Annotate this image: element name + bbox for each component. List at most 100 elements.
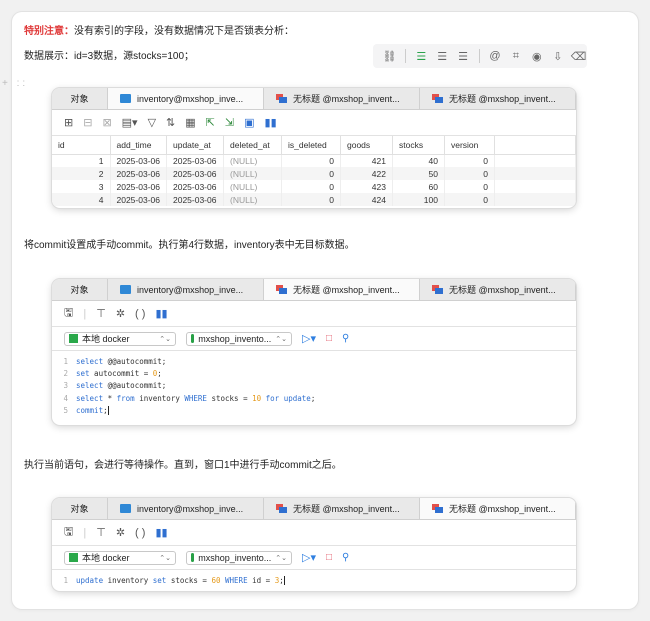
table-cell[interactable]: 2025-03-06 [166,180,224,193]
table-cell[interactable]: 2025-03-06 [166,193,224,206]
chart-icon[interactable]: ▮▮ [265,116,277,129]
table-row[interactable]: 2 2025-03-06 2025-03-06 (NULL) 0 422 50 0 [52,167,576,180]
query-builder-icon[interactable]: ⊤ [96,526,106,539]
tab-objects[interactable]: 对象 [52,279,108,300]
column-header-goods[interactable]: goods [340,136,393,155]
column-header-deleted_at[interactable]: deleted_at [223,136,282,155]
table-cell[interactable]: 3 [52,180,111,193]
form-view-icon[interactable]: ▣ [244,116,254,129]
table-row[interactable]: 1 2025-03-06 2025-03-06 (NULL) 0 421 40 0 [52,154,576,167]
column-header-is_deleted[interactable]: is_deleted [281,136,341,155]
tab-query-1[interactable]: 无标题 @mxshop_invent... [264,279,420,300]
table-cell[interactable]: (NULL) [223,154,282,167]
table-cell[interactable]: 100 [392,193,445,206]
code-line[interactable]: 1 update inventory set stocks = 60 WHERE … [52,574,576,586]
database-select[interactable]: mxshop_invento... ⌃⌄ [186,331,292,346]
table-cell[interactable]: 40 [392,154,445,167]
add-record-icon[interactable]: ⊞ [64,116,73,129]
beautify-icon[interactable]: ✲ [116,307,125,320]
drag-handle-icon[interactable]: + :: [2,78,28,89]
table-cell[interactable]: 2 [52,167,111,180]
sql-editor[interactable]: 1 select @@autocommit; 2 set autocommit = 0… [52,351,576,417]
table-cell[interactable]: 0 [444,167,495,180]
run-icon[interactable]: ▷▾ [302,332,316,345]
tab-objects[interactable]: 对象 [52,498,108,519]
stop-icon[interactable]: □ [326,552,332,563]
table-cell[interactable]: (NULL) [223,193,282,206]
tab-objects[interactable]: 对象 [52,88,108,109]
column-header-update_at[interactable]: update_at [166,136,224,155]
explain-icon[interactable]: ⚲ [342,552,349,563]
stop-icon[interactable]: □ [326,333,332,344]
table-cell[interactable]: 60 [392,180,445,193]
table-cell[interactable]: 0 [444,180,495,193]
explain-icon[interactable]: ⚲ [342,333,349,344]
save-icon[interactable]: 🖫 [64,523,73,542]
code-line[interactable]: 4 select * from inventory WHERE stocks = … [52,392,576,404]
code-line[interactable]: 1 select @@autocommit; [52,355,576,367]
table-cell[interactable]: 1 [52,154,111,167]
column-header-version[interactable]: version [444,136,495,155]
download-icon[interactable]: ⇩ [549,47,566,65]
tab-inventory-table[interactable]: inventory@mxshop_inve... [108,498,264,519]
grid-view-icon[interactable]: ▦ [185,116,195,129]
table-cell[interactable]: 0 [281,180,341,193]
table-cell[interactable]: 0 [281,167,341,180]
apply-icon[interactable]: ⊠ [102,116,111,129]
export-icon[interactable]: ⇲ [225,116,234,129]
tab-inventory-table[interactable]: inventory@mxshop_inve... [108,88,264,109]
filter-icon[interactable]: ▽ [148,116,156,129]
server-select[interactable]: 本地 docker ⌃⌄ [64,331,176,346]
server-select[interactable]: 本地 docker ⌃⌄ [64,550,176,565]
table-cell[interactable]: 2025-03-06 [166,154,224,167]
align-right-icon[interactable]: ☰ [455,47,472,65]
table-row[interactable]: 3 2025-03-06 2025-03-06 (NULL) 0 423 60 0 [52,180,576,193]
column-header-add_time[interactable]: add_time [110,136,167,155]
code-line[interactable]: 5 commit; [52,405,576,417]
code-snippet-icon[interactable]: ( ) [135,527,145,539]
trash-icon[interactable]: ⌫ [570,47,587,65]
tab-query-2[interactable]: 无标题 @mxshop_invent... [420,279,576,300]
code-snippet-icon[interactable]: ( ) [135,308,145,320]
table-row[interactable]: 4 2025-03-06 2025-03-06 (NULL) 0 424 100 0 [52,193,576,206]
table-cell[interactable]: 422 [340,167,393,180]
tab-query-2[interactable]: 无标题 @mxshop_invent... [420,498,576,519]
table-cell[interactable]: (NULL) [223,180,282,193]
tab-inventory-table[interactable]: inventory@mxshop_inve... [108,279,264,300]
at-icon[interactable]: @ [487,47,504,65]
delete-record-icon[interactable]: ⊟ [83,116,92,129]
table-cell[interactable]: 2025-03-06 [110,193,167,206]
sort-icon[interactable]: ⇅ [166,116,175,129]
query-builder-icon[interactable]: ⊤ [96,307,106,320]
save-icon[interactable]: 🖫 [64,304,73,323]
table-cell[interactable]: 424 [340,193,393,206]
code-line[interactable]: 3 select @@autocommit; [52,380,576,392]
column-header-stocks[interactable]: stocks [392,136,445,155]
tab-query-2[interactable]: 无标题 @mxshop_invent... [420,88,576,109]
sql-editor[interactable]: 1 update inventory set stocks = 60 WHERE … [52,570,576,586]
chart-icon[interactable]: ▮▮ [155,526,167,539]
text-view-icon[interactable]: ▤▾ [122,116,138,129]
column-header-id[interactable]: id [52,136,111,155]
table-cell[interactable]: 0 [281,154,341,167]
code-icon[interactable]: ⌗ [507,47,524,65]
import-icon[interactable]: ⇱ [206,116,215,129]
link-icon[interactable]: ⛓ [381,47,398,65]
table-cell[interactable]: 423 [340,180,393,193]
align-left-icon[interactable]: ☰ [413,47,430,65]
table-cell[interactable]: 50 [392,167,445,180]
table-cell[interactable]: 0 [444,154,495,167]
tab-query-1[interactable]: 无标题 @mxshop_invent... [264,88,420,109]
code-line[interactable]: 2 set autocommit = 0; [52,367,576,379]
beautify-icon[interactable]: ✲ [116,526,125,539]
table-cell[interactable]: 4 [52,193,111,206]
table-cell[interactable]: 0 [281,193,341,206]
run-icon[interactable]: ▷▾ [302,551,316,564]
align-center-icon[interactable]: ☰ [434,47,451,65]
database-select[interactable]: mxshop_invento... ⌃⌄ [186,550,292,565]
table-cell[interactable]: 2025-03-06 [110,167,167,180]
eye-icon[interactable]: ◉ [528,47,545,65]
table-cell[interactable]: 0 [444,193,495,206]
chart-icon[interactable]: ▮▮ [155,307,167,320]
table-cell[interactable]: 2025-03-06 [110,154,167,167]
